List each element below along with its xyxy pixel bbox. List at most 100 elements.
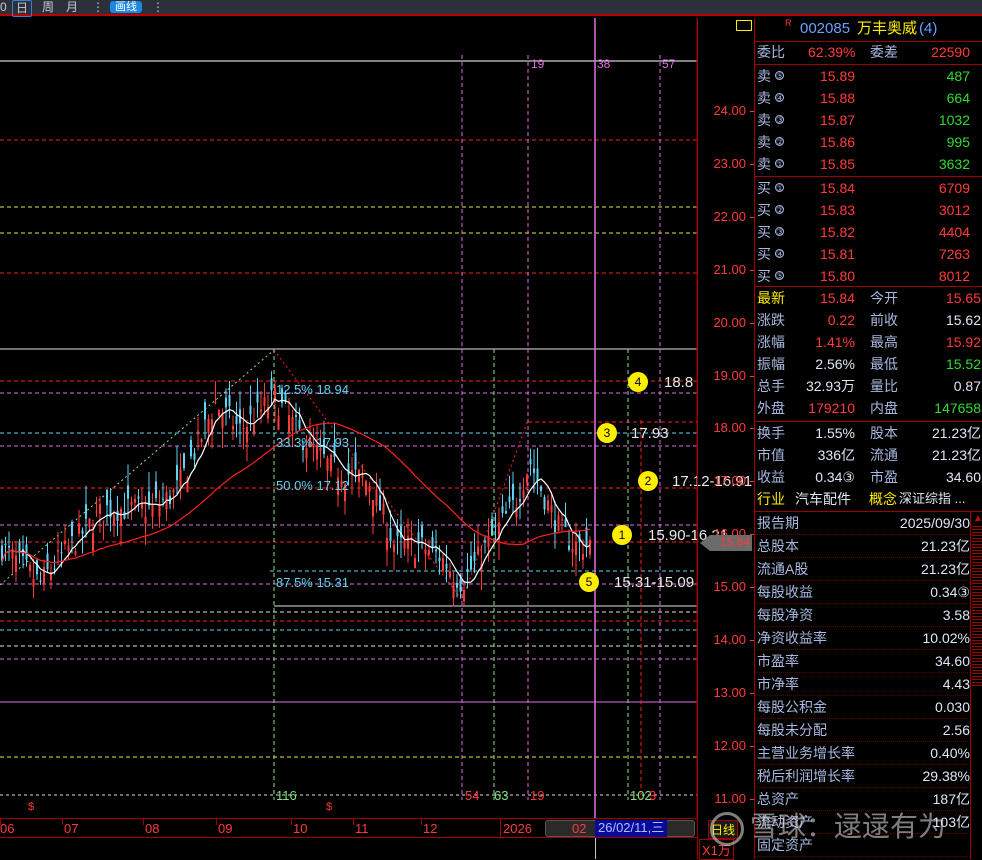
ask-price: 15.85 [820, 156, 856, 172]
candle-body [326, 458, 329, 471]
candle-body [564, 519, 567, 528]
bid-volume: 8012 [938, 268, 970, 284]
count-label: 3 [649, 788, 657, 803]
candle-body [557, 514, 560, 531]
candle-body [582, 554, 584, 560]
candle-body [127, 485, 129, 499]
price-tick-label: 14.00 [713, 632, 754, 647]
scroll-thumb[interactable] [972, 526, 982, 686]
candle-body [508, 496, 511, 503]
finance-row: 净资收益率 10.02% [755, 627, 970, 650]
ask-label: 卖 [757, 68, 771, 84]
layout-toggle-icon[interactable] [736, 20, 752, 31]
stat-value: 15.62 [945, 312, 981, 328]
candle-body [494, 525, 497, 527]
candle-body [393, 544, 395, 552]
candle-body [354, 452, 357, 470]
candle-body [456, 582, 458, 588]
candle-body [554, 520, 556, 533]
stat-value: 179210 [808, 400, 855, 416]
bid-label: 买 [757, 268, 771, 284]
period-day[interactable]: 日 [12, 0, 33, 17]
stat-label: 市值 [757, 447, 785, 463]
stat-value: 336亿 [817, 447, 855, 463]
more-icon[interactable]: ⋮ [92, 0, 104, 15]
candle-body [270, 378, 273, 391]
candle-body [197, 431, 199, 435]
count-label: 19 [530, 788, 545, 803]
current-price-tag: 15.84 [700, 535, 752, 551]
time-label: 2026 [503, 821, 532, 836]
candle-body [277, 416, 280, 430]
time-axis: 06 07 08 09 10 11 12 2026 02 26/02/11,三 [0, 818, 697, 839]
candle-body [505, 511, 507, 514]
candle-body [375, 489, 378, 507]
ask-label: 卖 [757, 134, 771, 150]
marker-3[interactable]: 3 [597, 423, 617, 443]
stat-label: 最新 [757, 290, 785, 306]
candle-body [449, 571, 451, 578]
candle-body [162, 498, 164, 500]
candle-body [172, 489, 175, 493]
more-icon[interactable]: ⋮ [152, 0, 164, 15]
quote-row: 买 ① 15.84 6709 [755, 177, 970, 199]
count-label: 63 [494, 788, 509, 803]
draw-line-button[interactable]: 画线 [110, 1, 142, 13]
stat-value: 32.93万 [805, 378, 855, 394]
quote-row: 买 ③ 15.82 4404 [755, 221, 970, 243]
bid-price: 15.84 [820, 180, 856, 196]
candle-body [204, 402, 206, 420]
marker-label: 17.93 [631, 425, 669, 442]
period-month[interactable]: 月 [66, 0, 78, 15]
candle-body [179, 469, 182, 487]
finance-value: 21.23亿 [920, 561, 970, 577]
candle-body [571, 548, 574, 553]
bid-price: 15.80 [820, 268, 856, 284]
quote-row: 收益 0.34③ 市盈 34.60 [755, 466, 981, 488]
concept-value[interactable]: 深证综指 ... [899, 488, 965, 510]
marker-2[interactable]: 2 [638, 471, 658, 491]
scrollbar[interactable]: ▲ [970, 512, 982, 859]
period-week[interactable]: 周 [42, 0, 54, 15]
count-label: 116 [276, 788, 297, 803]
stat-label: 最低 [870, 356, 898, 372]
finance-label: 市盈率 [757, 653, 799, 669]
industry-value[interactable]: 汽车配件 [795, 488, 851, 510]
price-tick-label: 12.00 [713, 737, 754, 753]
stat-value: 2.56% [815, 356, 855, 372]
candle-body [32, 578, 35, 587]
candle-body [452, 581, 455, 599]
stat-value: 15.52 [945, 356, 981, 372]
unit-label[interactable]: X1万 [699, 839, 734, 860]
scroll-up-icon[interactable]: ▲ [973, 514, 982, 524]
candle-body [4, 543, 7, 545]
candle-body [130, 501, 133, 505]
finance-row: 总股本 21.23亿 [755, 535, 970, 558]
period-minute[interactable]: 0 [0, 0, 7, 15]
candle-body [88, 518, 91, 527]
stat-label: 流通 [870, 447, 898, 463]
marker-4[interactable]: 4 [628, 372, 648, 392]
candle-body [389, 527, 392, 542]
kline-chart[interactable] [0, 18, 697, 818]
ask-label: 卖 [757, 156, 771, 172]
marker-5[interactable]: 5 [579, 572, 599, 592]
finance-row: 报告期 2025/09/30 [755, 512, 970, 535]
level-icon: ③ [775, 227, 785, 237]
period-label[interactable]: 日线 [708, 820, 739, 839]
ask-volume: 995 [946, 134, 970, 150]
candle-body [256, 391, 259, 403]
candle-body [57, 550, 59, 552]
finance-row: 主营业务增长率 0.40% [755, 742, 970, 765]
candle-body [155, 481, 157, 498]
candle-body [298, 420, 301, 429]
count-label: 57 [662, 57, 676, 71]
candle-body [92, 532, 94, 552]
marker-1[interactable]: 1 [612, 525, 632, 545]
finance-row: 每股收益 0.34③ [755, 581, 970, 604]
finance-row: 流通A股 21.23亿 [755, 558, 970, 581]
candle-body [529, 459, 532, 465]
stat-label: 涨幅 [757, 334, 785, 350]
candle-body [15, 555, 17, 573]
quote-row: 买 ② 15.83 3012 [755, 199, 970, 221]
